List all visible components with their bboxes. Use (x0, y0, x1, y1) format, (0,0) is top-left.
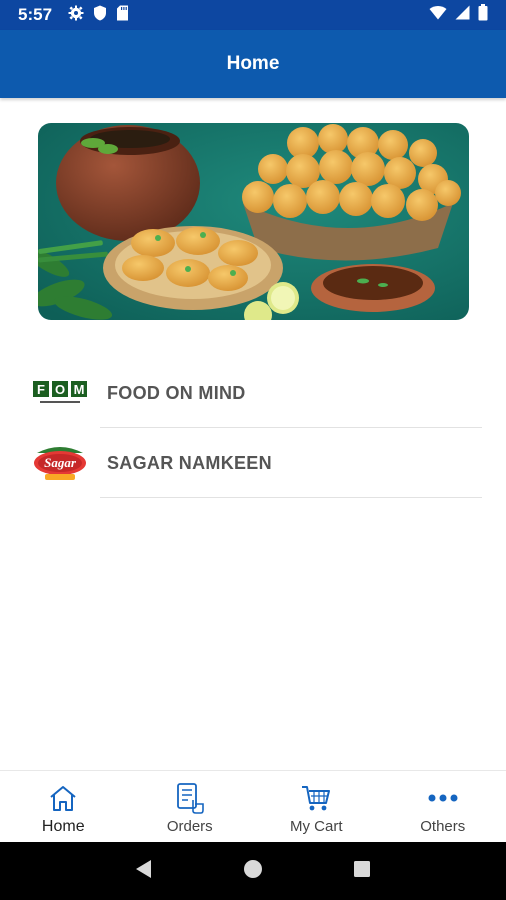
nav-home-label: Home (41, 818, 85, 835)
shield-icon (93, 5, 107, 26)
fom-logo: F O M (30, 371, 90, 415)
status-time: 5:57 (18, 5, 53, 24)
orders-icon (175, 781, 205, 815)
nav-others[interactable]: Others (380, 771, 506, 842)
nav-others-label: Others (420, 818, 466, 835)
svg-text:Sagar: Sagar (44, 455, 77, 470)
sagar-logo: Sagar (30, 441, 90, 485)
nav-orders-label: Orders (166, 818, 213, 835)
vendor-item-sagar-namkeen[interactable]: Sagar SAGAR NAMKEEN (0, 428, 506, 498)
app-bar: Home (0, 30, 506, 98)
nav-cart[interactable]: My Cart (253, 771, 380, 842)
vendor-list: F O M FOOD ON MIND Sagar SAGAR NAMKEEN (0, 358, 506, 498)
nav-orders[interactable]: Orders (127, 771, 254, 842)
vendor-name: FOOD ON MIND (107, 382, 246, 403)
home-icon (48, 781, 78, 815)
food-banner-image[interactable] (38, 123, 469, 320)
page-title: Home (226, 53, 280, 74)
bottom-navigation: Home Orders My Cart Others (0, 770, 506, 842)
nav-cart-label: My Cart (290, 818, 343, 835)
sd-card-icon (116, 5, 129, 26)
vendor-item-food-on-mind[interactable]: F O M FOOD ON MIND (0, 358, 506, 428)
svg-text:F: F (37, 382, 45, 397)
svg-text:O: O (55, 382, 65, 397)
signal-icon (455, 5, 470, 25)
vendor-name: SAGAR NAMKEEN (107, 452, 272, 473)
system-navigation-bar (0, 842, 506, 900)
wifi-icon (429, 5, 447, 25)
more-icon (427, 781, 459, 815)
svg-text:M: M (74, 382, 85, 397)
gear-icon (68, 5, 84, 26)
battery-icon (478, 4, 488, 26)
status-bar: 5:57 (0, 0, 506, 30)
home-circle-icon[interactable] (243, 859, 263, 884)
back-icon[interactable] (135, 859, 153, 884)
divider (100, 497, 482, 498)
cart-icon (300, 781, 332, 815)
nav-home[interactable]: Home (0, 771, 127, 842)
recents-icon[interactable] (353, 860, 371, 883)
